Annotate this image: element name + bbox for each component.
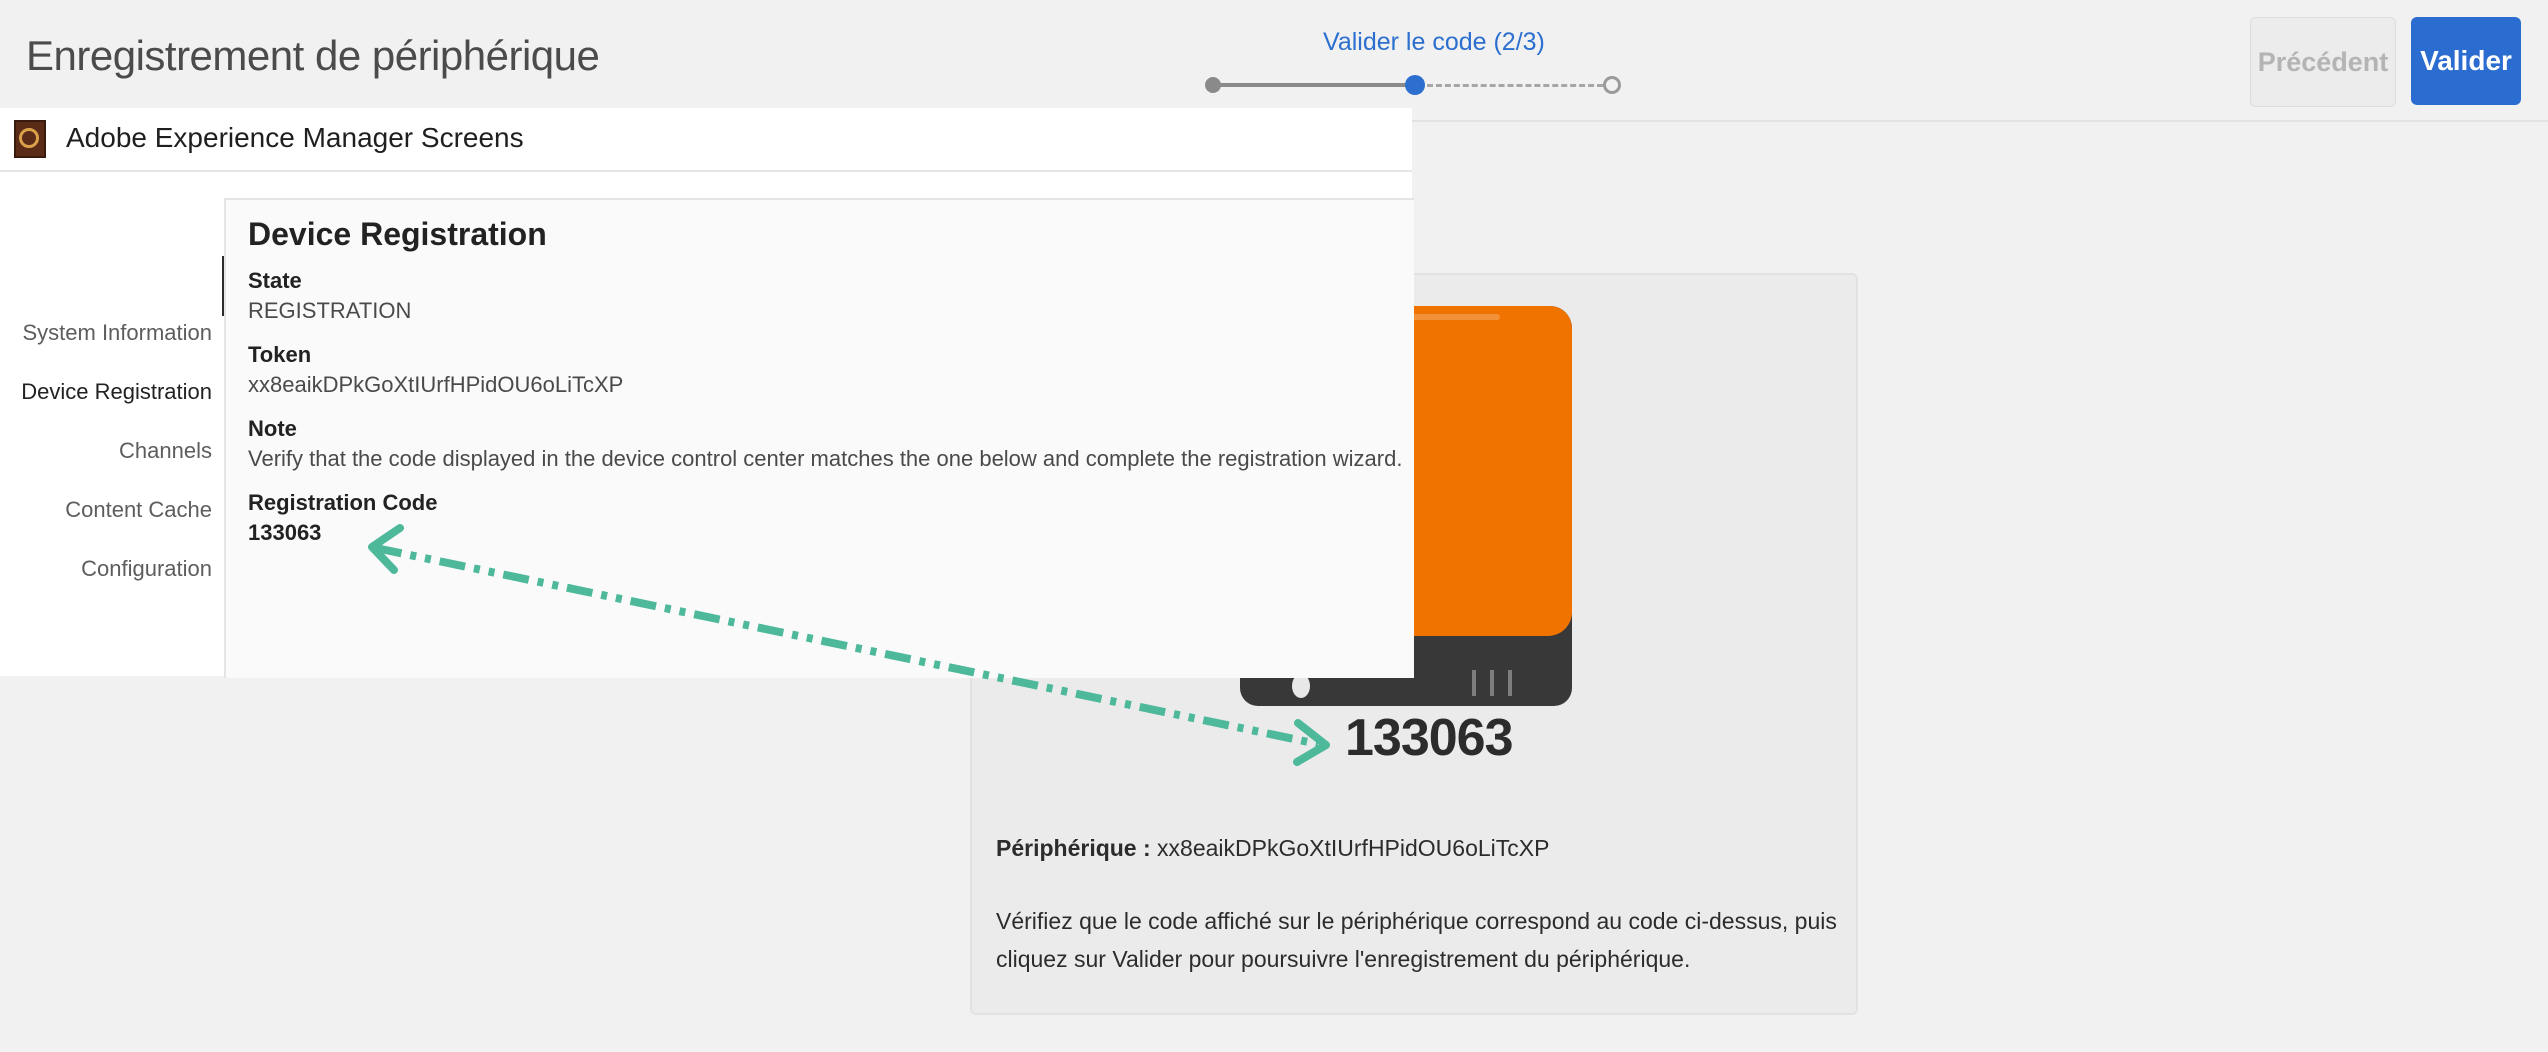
- registration-code-label: Registration Code: [248, 490, 438, 515]
- vent-icon: [1508, 670, 1512, 696]
- step-remaining-line: [1427, 84, 1603, 87]
- token-value: xx8eaikDPkGoXtIUrfHPidOU6oLiTcXP: [248, 372, 624, 397]
- previous-button[interactable]: Précédent: [2250, 17, 2396, 107]
- token-label: Token: [248, 342, 312, 367]
- aem-screens-player-window: Adobe Experience Manager Screens System …: [0, 108, 1414, 678]
- device-label: Périphérique :: [996, 835, 1151, 861]
- wizard-stepper: [1205, 74, 1625, 98]
- player-title: Adobe Experience Manager Screens: [66, 122, 524, 153]
- panel-title: Device Registration: [248, 216, 547, 252]
- device-registration-panel: Device Registration State REGISTRATION T…: [224, 198, 1414, 678]
- step-label: Valider le code (2/3): [1323, 28, 1545, 56]
- note-value: Verify that the code displayed in the de…: [248, 446, 1403, 471]
- vent-icon: [1490, 670, 1494, 696]
- player-registration-code: 133063: [248, 520, 322, 545]
- player-header: Adobe Experience Manager Screens: [0, 108, 1412, 172]
- sidebar-item-configuration[interactable]: Configuration: [81, 556, 212, 582]
- instructions-text: Vérifiez que le code affiché sur le péri…: [996, 908, 1837, 972]
- sidebar-item-system-information[interactable]: System Information: [22, 320, 212, 346]
- note-label: Note: [248, 416, 297, 441]
- sidebar-item-device-registration[interactable]: Device Registration: [21, 379, 212, 405]
- step-2-indicator: [1405, 75, 1425, 95]
- state-label: State: [248, 268, 302, 293]
- registration-code: 133063: [1345, 709, 1514, 767]
- step-3-indicator: [1603, 76, 1621, 94]
- device-id: xx8eaikDPkGoXtIUrfHPidOU6oLiTcXP: [1157, 835, 1550, 861]
- validate-button[interactable]: Valider: [2411, 17, 2521, 105]
- vent-icon: [1472, 670, 1476, 696]
- page-title: Enregistrement de périphérique: [26, 32, 600, 79]
- player-sidebar: System Information Device Registration C…: [0, 198, 224, 676]
- sidebar-item-channels[interactable]: Channels: [119, 438, 212, 464]
- state-value: REGISTRATION: [248, 298, 412, 323]
- wizard-header: Enregistrement de périphérique Valider l…: [0, 0, 2548, 122]
- device-id-line: Périphérique : xx8eaikDPkGoXtIUrfHPidOU6…: [996, 835, 1549, 862]
- step-progress-line: [1219, 83, 1417, 87]
- aem-logo-icon: [14, 120, 46, 158]
- sidebar-item-content-cache[interactable]: Content Cache: [65, 497, 212, 523]
